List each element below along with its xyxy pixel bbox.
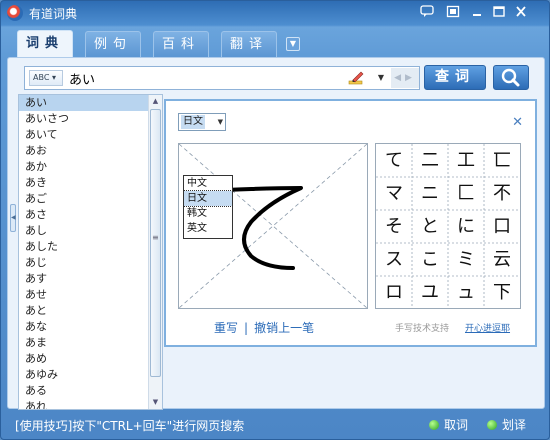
scroll-up-arrow-icon[interactable]: ▲ — [149, 95, 162, 108]
input-method-selector[interactable]: ABC ▾ — [29, 70, 63, 86]
candidate-character[interactable]: 匸 — [484, 144, 520, 177]
word-list-item[interactable]: あと — [19, 303, 162, 319]
close-icon[interactable] — [513, 5, 529, 20]
candidate-character[interactable]: 不 — [484, 177, 520, 210]
status-dot-icon — [487, 420, 497, 430]
word-list-item[interactable]: あさ — [19, 207, 162, 223]
candidate-character[interactable]: 口 — [484, 210, 520, 243]
status-dot-icon — [429, 420, 439, 430]
handwriting-pen-icon[interactable] — [347, 69, 365, 87]
tab-encyclopedia[interactable]: 百科 — [153, 31, 209, 57]
candidate-character[interactable]: ス — [376, 243, 412, 276]
restore-icon[interactable] — [491, 5, 507, 20]
minimize-icon[interactable] — [469, 5, 485, 20]
usage-tip: [使用技巧]按下"CTRL+回车"进行网页搜索 — [15, 419, 245, 433]
undo-stroke-link[interactable]: 撤销上一笔 — [254, 321, 314, 335]
candidate-character[interactable]: ュ — [448, 276, 484, 309]
scroll-thumb[interactable] — [150, 109, 161, 377]
rewrite-link[interactable]: 重写 — [214, 321, 238, 335]
search-input[interactable] — [69, 69, 339, 87]
close-icon[interactable]: ✕ — [512, 115, 523, 130]
word-list-item[interactable]: あめ — [19, 351, 162, 367]
word-list-item[interactable]: あゆみ — [19, 367, 162, 383]
word-list-item[interactable]: あし — [19, 223, 162, 239]
handwriting-actions: 重写 | 撤销上一笔 — [214, 319, 314, 336]
candidate-character[interactable]: マ — [376, 177, 412, 210]
app-window: 有道词典 词典 例句 百科 翻译 ▼ ABC ▾ ▼ ◀▶ — [0, 0, 550, 440]
word-list-item[interactable]: あき — [19, 175, 162, 191]
word-list-item[interactable]: あな — [19, 319, 162, 335]
translate-toggle[interactable]: 划译 — [487, 416, 526, 433]
dropdown-option[interactable]: 中文 — [184, 176, 232, 191]
word-list: あい あいさつ あいて あお あか あき あご あさ あし あした あじ あす あせ あと あな あま あめ あゆ… — [18, 94, 163, 410]
candidate-character[interactable]: 工 — [448, 144, 484, 177]
word-list-item[interactable]: ある — [19, 383, 162, 399]
word-list-item[interactable]: あじ — [19, 255, 162, 271]
word-list-item[interactable]: あか — [19, 159, 162, 175]
candidate-character[interactable]: て — [376, 144, 412, 177]
handwriting-panel: 日文 ▼ ✕ て二工匸マニ匚不そとに口スこミ云ロユュ下 重写 | 撤销上一笔 手… — [164, 99, 537, 347]
dropdown-options: 中文 日文 韩文 英文 — [183, 176, 233, 236]
candidate-grid: て二工匸マニ匚不そとに口スこミ云ロユュ下 — [375, 143, 521, 309]
collapse-sidebar-handle[interactable]: ◀ — [10, 204, 16, 232]
status-bar: [使用技巧]按下"CTRL+回车"进行网页搜索 取词 划译 — [1, 409, 550, 440]
title-bar: 有道词典 — [1, 1, 550, 25]
word-list-item[interactable]: あご — [19, 191, 162, 207]
handwriting-language-select[interactable]: 日文 ▼ — [178, 113, 226, 131]
dropdown-option[interactable]: 日文 — [183, 190, 233, 207]
candidate-character[interactable]: ミ — [448, 243, 484, 276]
handwriting-language-dropdown: 中文 日文 韩文 英文 — [183, 175, 233, 239]
web-search-button[interactable] — [493, 65, 529, 90]
lookup-button[interactable]: 查词 — [424, 65, 486, 90]
chevron-down-icon: ▼ — [217, 118, 223, 126]
history-dropdown-icon[interactable]: ▼ — [375, 69, 387, 87]
candidate-character[interactable]: 二 — [412, 144, 448, 177]
candidate-character[interactable]: 匚 — [448, 177, 484, 210]
word-list-item[interactable]: あい — [19, 95, 162, 111]
tab-examples[interactable]: 例句 — [85, 31, 141, 57]
scroll-grip-icon: ≡ — [152, 233, 159, 242]
word-list-item[interactable]: あせ — [19, 287, 162, 303]
candidate-character[interactable]: ロ — [376, 276, 412, 309]
handwriting-credit-text: 手写技术支持 — [395, 324, 450, 334]
tab-translate[interactable]: 翻译 — [221, 31, 277, 57]
word-list-item[interactable]: あいさつ — [19, 111, 162, 127]
candidate-character[interactable]: ユ — [412, 276, 448, 309]
candidate-character[interactable]: そ — [376, 210, 412, 243]
candidate-character[interactable]: 下 — [484, 276, 520, 309]
window-title: 有道词典 — [29, 7, 78, 21]
candidate-character[interactable]: と — [412, 210, 448, 243]
handwriting-language-value: 日文 — [181, 115, 205, 129]
word-list-item[interactable]: あいて — [19, 127, 162, 143]
word-list-item[interactable]: あした — [19, 239, 162, 255]
input-method-label: ABC — [33, 73, 50, 82]
lookup-toggle-label: 取词 — [444, 418, 469, 432]
word-list-item[interactable]: あま — [19, 335, 162, 351]
word-list-items: あい あいさつ あいて あお あか あき あご あさ あし あした あじ あす あせ あと あな あま あめ あゆ… — [19, 95, 162, 409]
candidate-character[interactable]: こ — [412, 243, 448, 276]
separator: | — [244, 321, 249, 335]
dropdown-option[interactable]: 英文 — [184, 221, 232, 236]
candidate-character[interactable]: ニ — [412, 177, 448, 210]
word-list-item[interactable]: あお — [19, 143, 162, 159]
search-bar: ABC ▾ ▼ ◀▶ — [24, 66, 420, 90]
dropdown-option[interactable]: 韩文 — [184, 206, 232, 221]
youdao-logo-icon — [7, 5, 23, 21]
scroll-down-arrow-icon[interactable]: ▼ — [149, 396, 162, 409]
handwriting-credit-link[interactable]: 开心进逗耶 — [465, 321, 510, 334]
candidate-character[interactable]: 云 — [484, 243, 520, 276]
tab-more-dropdown-icon[interactable]: ▼ — [286, 37, 300, 51]
translate-toggle-label: 划译 — [502, 418, 527, 432]
history-nav-arrows[interactable]: ◀▶ — [391, 68, 419, 88]
comment-icon[interactable] — [419, 5, 435, 20]
lookup-toggle[interactable]: 取词 — [429, 416, 468, 433]
main-panel: ABC ▾ ▼ ◀▶ 查词 ◀ あいあいさつあいてあおあかあきあごあさあしあした… — [7, 57, 545, 410]
candidate-character[interactable]: に — [448, 210, 484, 243]
tab-dictionary[interactable]: 词典 — [17, 30, 73, 58]
settings-icon[interactable] — [445, 5, 461, 20]
word-list-item[interactable]: あす — [19, 271, 162, 287]
magnifier-icon — [501, 68, 520, 87]
word-list-scrollbar[interactable]: ▲ ≡ ▼ — [148, 95, 162, 409]
